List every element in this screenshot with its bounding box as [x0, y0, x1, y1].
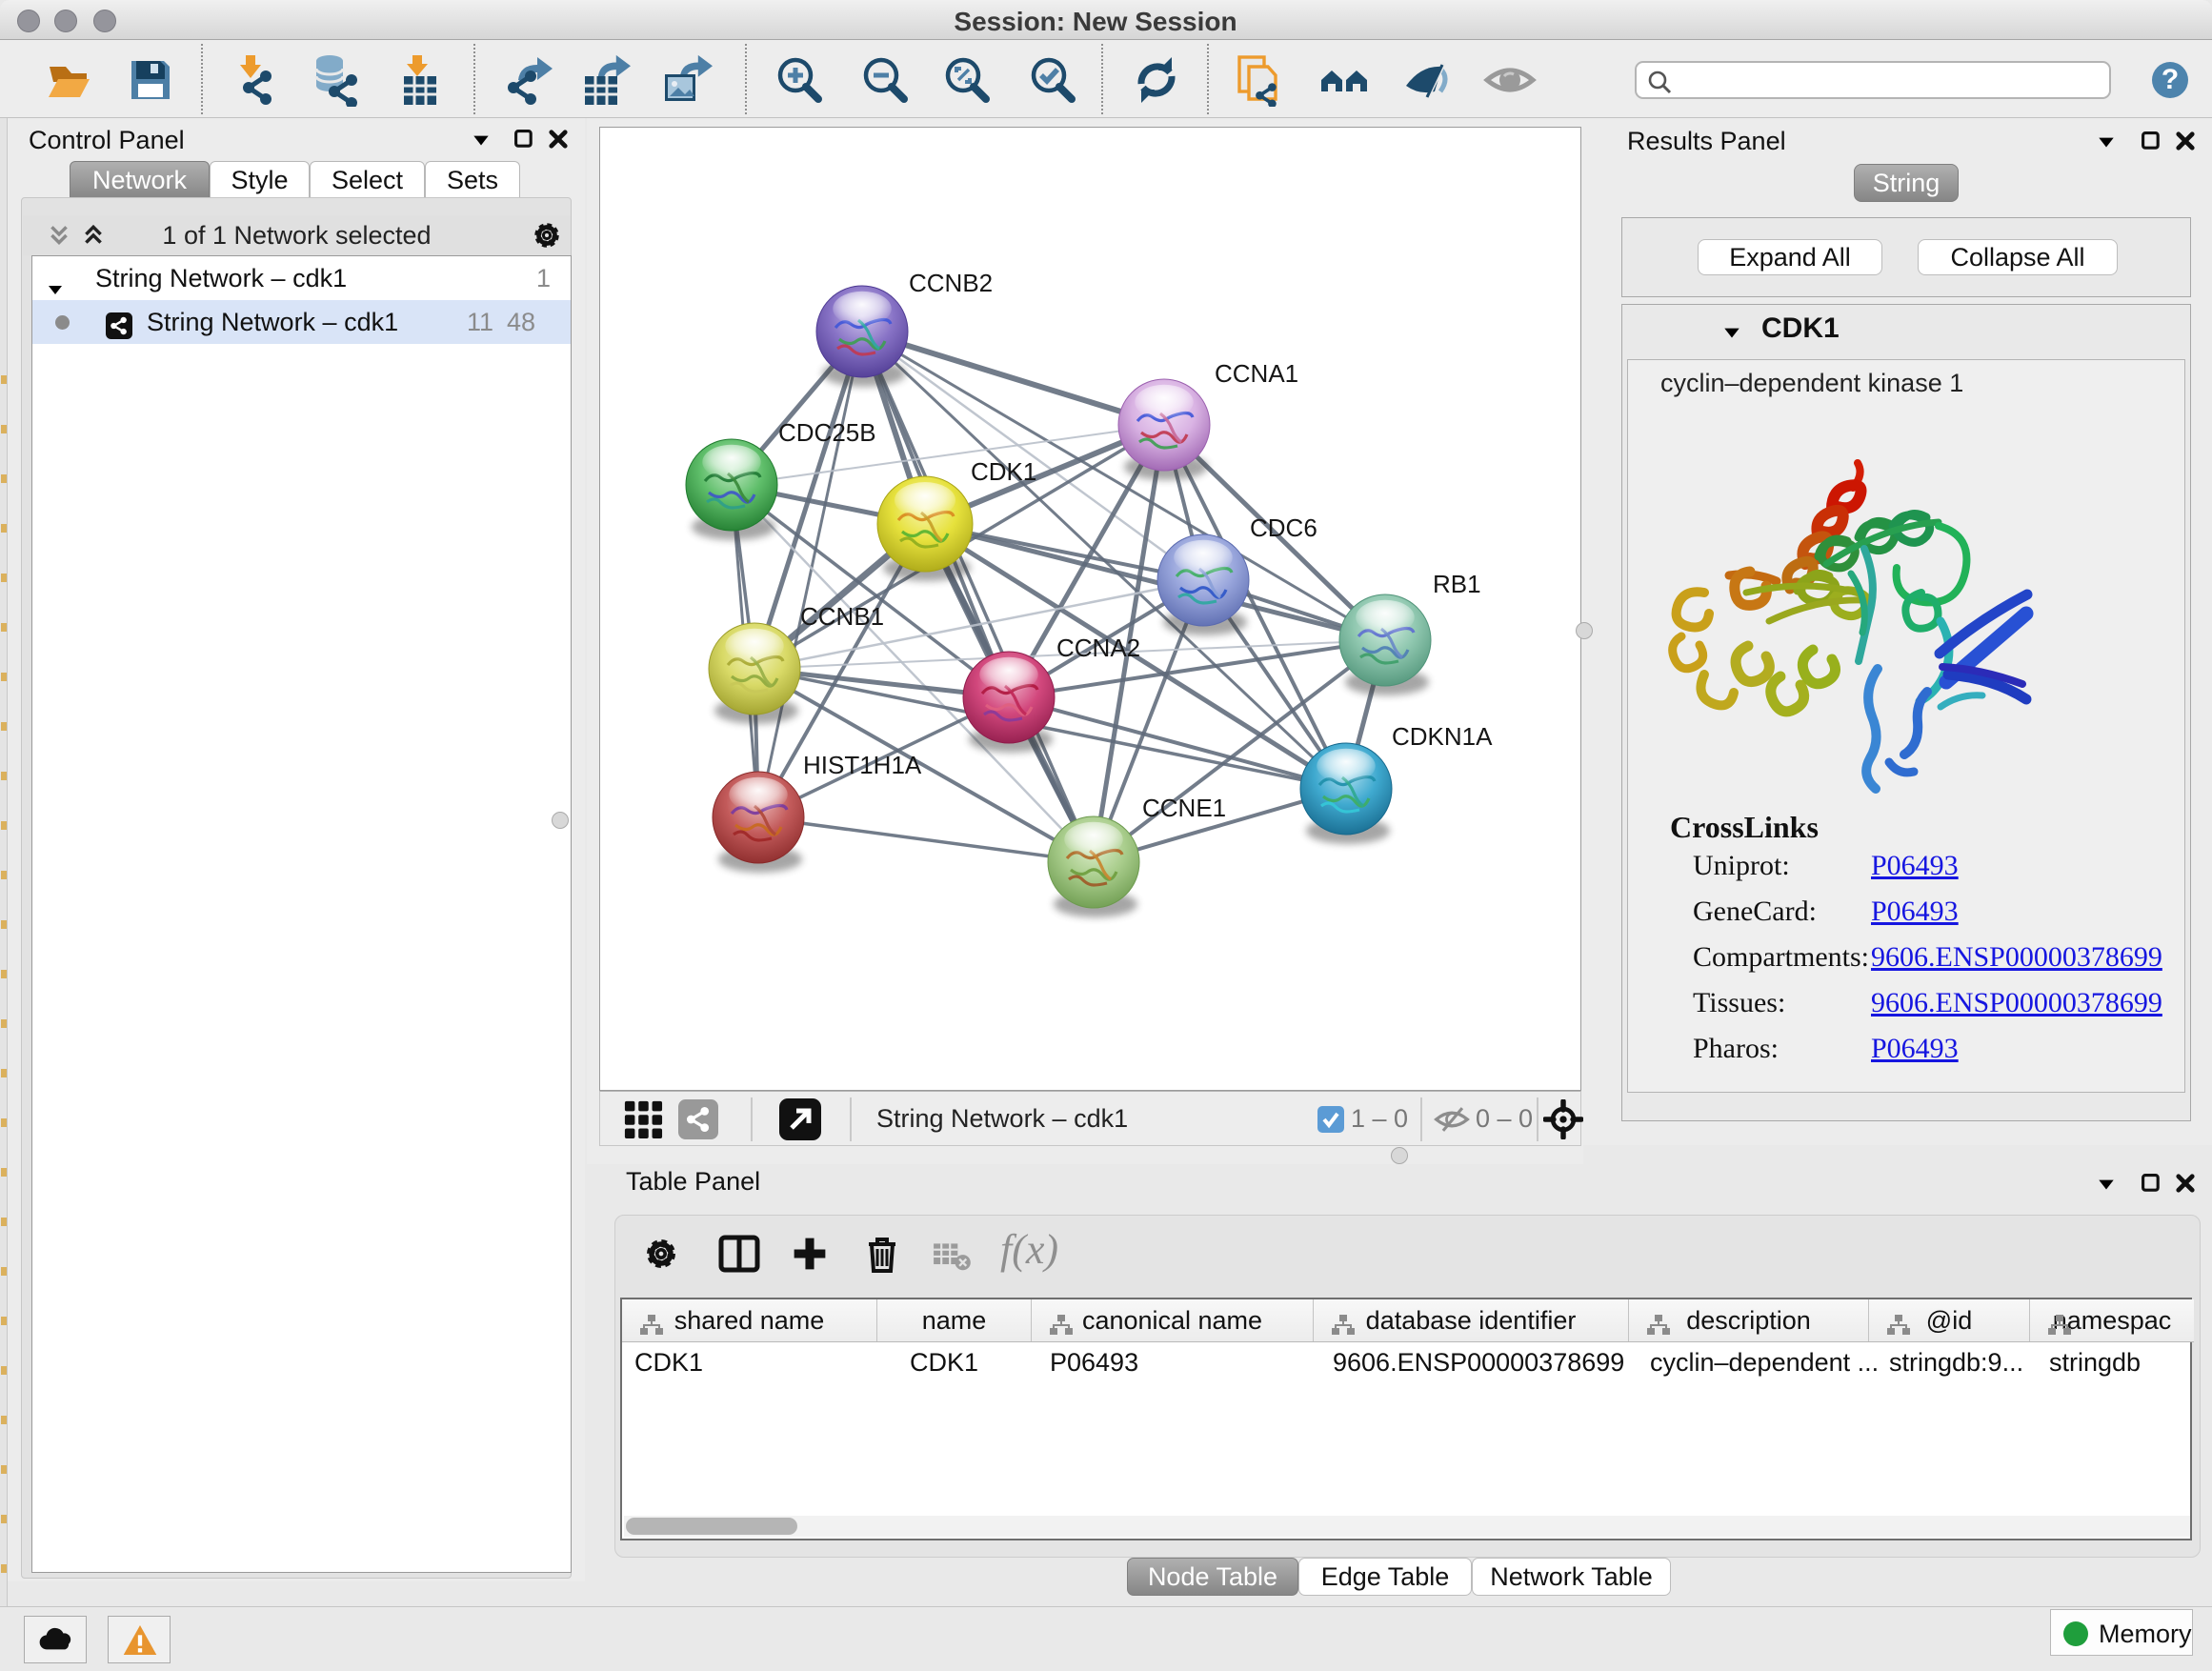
- svg-text:CDKN1A: CDKN1A: [1392, 722, 1493, 751]
- svg-text:CDC25B: CDC25B: [778, 418, 876, 447]
- svg-text:CCNB1: CCNB1: [800, 602, 884, 631]
- svg-text:HIST1H1A: HIST1H1A: [803, 751, 922, 779]
- svg-text:CCNE1: CCNE1: [1142, 794, 1226, 822]
- svg-text:CDC6: CDC6: [1250, 513, 1317, 542]
- svg-text:CCNB2: CCNB2: [909, 269, 993, 297]
- svg-text:CCNA2: CCNA2: [1056, 634, 1140, 662]
- svg-text:CDK1: CDK1: [971, 457, 1036, 486]
- svg-text:RB1: RB1: [1433, 570, 1481, 598]
- svg-text:CCNA1: CCNA1: [1215, 359, 1298, 388]
